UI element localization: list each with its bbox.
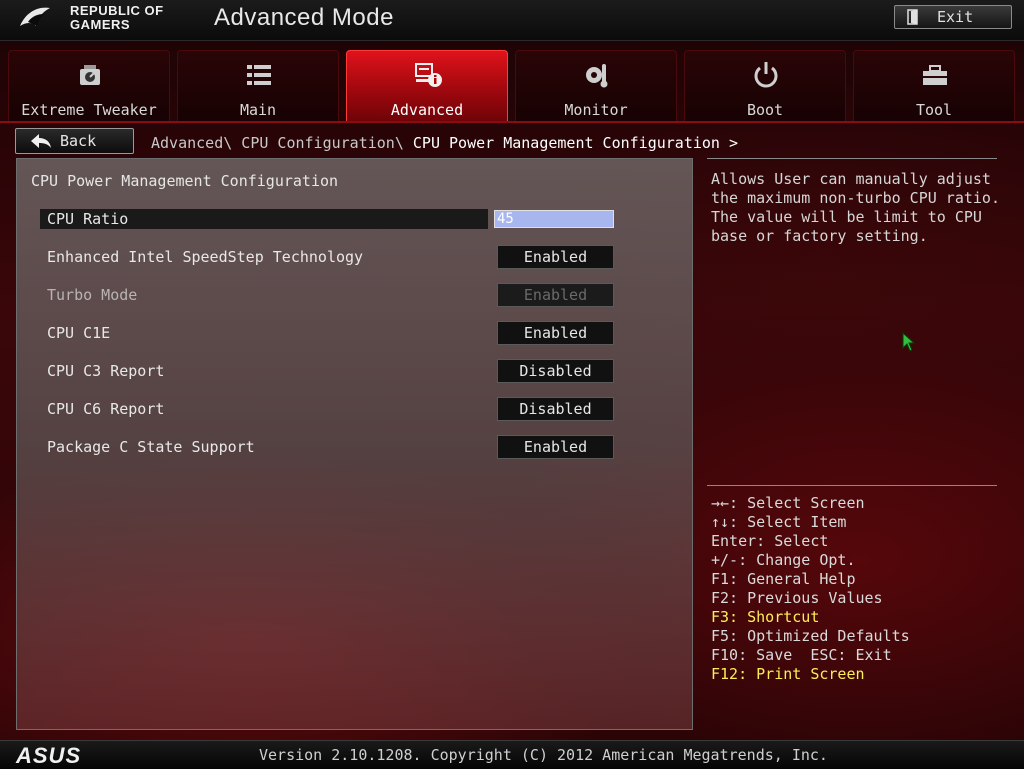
setting-row-cpu-c3-report[interactable]: CPU C3 Report Disabled: [40, 359, 615, 383]
tab-label: Advanced: [390, 101, 464, 119]
help-divider-mid: [707, 485, 997, 486]
key-hint: ↑↓: Select Item: [711, 513, 847, 531]
setting-label: CPU C1E: [47, 324, 111, 342]
breadcrumb-path[interactable]: Advanced\ CPU Configuration\: [151, 134, 413, 152]
tab-advanced[interactable]: Advanced: [346, 50, 508, 122]
help-divider-top: [707, 158, 997, 159]
tab-divider: [0, 121, 1024, 123]
package-c-state-select[interactable]: Enabled: [497, 435, 614, 459]
cpu-ratio-input[interactable]: 45: [494, 210, 614, 228]
setting-row-cpu-ratio[interactable]: CPU Ratio 45: [40, 209, 615, 231]
tab-label: Tool: [915, 101, 953, 119]
key-hint: +/-: Change Opt.: [711, 551, 856, 569]
speedstep-select[interactable]: Enabled: [497, 245, 614, 269]
setting-row-cpu-c1e[interactable]: CPU C1E Enabled: [40, 321, 615, 345]
tab-label: Extreme Tweaker: [21, 101, 157, 119]
gauge-icon: [80, 65, 100, 85]
advanced-info-icon: [415, 63, 442, 87]
tab-label: Monitor: [564, 101, 628, 119]
page-title: Advanced Mode: [214, 4, 394, 31]
setting-label: CPU C6 Report: [47, 400, 165, 418]
list-icon: [247, 65, 271, 85]
tab-label: Boot: [746, 101, 784, 119]
mouse-cursor-icon: [902, 332, 916, 352]
header-bar: REPUBLIC OF GAMERS Advanced Mode Exit: [0, 0, 1024, 41]
breadcrumb-current: CPU Power Management Configuration >: [412, 134, 739, 152]
cpu-c6-report-select[interactable]: Disabled: [497, 397, 614, 421]
help-description: Allows User can manually adjust the maxi…: [711, 170, 1000, 245]
brand-text: REPUBLIC OF GAMERS: [70, 4, 164, 32]
key-hint: F2: Previous Values: [711, 589, 883, 607]
rog-eye-logo-icon: [20, 7, 50, 26]
setting-row-turbo-mode: Turbo Mode Enabled: [40, 283, 615, 307]
cpu-c3-report-select[interactable]: Disabled: [497, 359, 614, 383]
setting-label: CPU Ratio: [47, 210, 129, 228]
back-label: Back: [60, 132, 97, 150]
power-icon: [754, 62, 778, 88]
section-title: CPU Power Management Configuration: [31, 172, 339, 190]
key-hint: →←: Select Screen: [711, 494, 865, 512]
tab-bar: Extreme Tweaker Main Advanced Monitor Bo…: [8, 50, 1016, 122]
key-hint-print-screen[interactable]: F12: Print Screen: [711, 665, 910, 684]
tab-extreme-tweaker[interactable]: Extreme Tweaker: [8, 50, 170, 122]
cpu-c1e-select[interactable]: Enabled: [497, 321, 614, 345]
setting-label: Package C State Support: [47, 438, 255, 456]
setting-label: CPU C3 Report: [47, 362, 165, 380]
exit-door-icon: [907, 9, 918, 25]
tab-boot[interactable]: Boot: [684, 50, 846, 122]
key-hint-shortcut[interactable]: F3: Shortcut: [711, 608, 910, 627]
monitor-gear-icon: [586, 64, 608, 88]
tab-main[interactable]: Main: [177, 50, 339, 122]
back-arrow-icon: [31, 134, 51, 148]
version-text: Version 2.10.1208. Copyright (C) 2012 Am…: [259, 746, 828, 764]
tab-monitor[interactable]: Monitor: [515, 50, 677, 122]
toolbox-icon: [923, 65, 947, 85]
turbo-mode-select: Enabled: [497, 283, 614, 307]
setting-row-package-c-state[interactable]: Package C State Support Enabled: [40, 435, 615, 459]
key-legend: →←: Select Screen ↑↓: Select Item Enter:…: [711, 494, 910, 684]
key-hint: F10: Save ESC: Exit: [711, 646, 892, 664]
brand-line2: GAMERS: [70, 17, 131, 32]
key-hint: F5: Optimized Defaults: [711, 627, 910, 645]
setting-label: Turbo Mode: [47, 286, 138, 304]
tab-tool[interactable]: Tool: [853, 50, 1015, 122]
setting-row-speedstep[interactable]: Enhanced Intel SpeedStep Technology Enab…: [40, 245, 615, 269]
breadcrumb: Advanced\ CPU Configuration\ CPU Power M…: [151, 134, 738, 152]
tab-label: Main: [239, 101, 277, 119]
back-button[interactable]: Back: [15, 128, 134, 154]
exit-label: Exit: [937, 8, 974, 26]
setting-row-cpu-c6-report[interactable]: CPU C6 Report Disabled: [40, 397, 615, 421]
exit-button[interactable]: Exit: [894, 5, 1012, 29]
asus-logo: ASUS: [16, 743, 82, 768]
setting-label: Enhanced Intel SpeedStep Technology: [47, 248, 364, 266]
key-hint: F1: General Help: [711, 570, 856, 588]
key-hint: Enter: Select: [711, 532, 829, 550]
brand-line1: REPUBLIC OF: [70, 3, 164, 18]
